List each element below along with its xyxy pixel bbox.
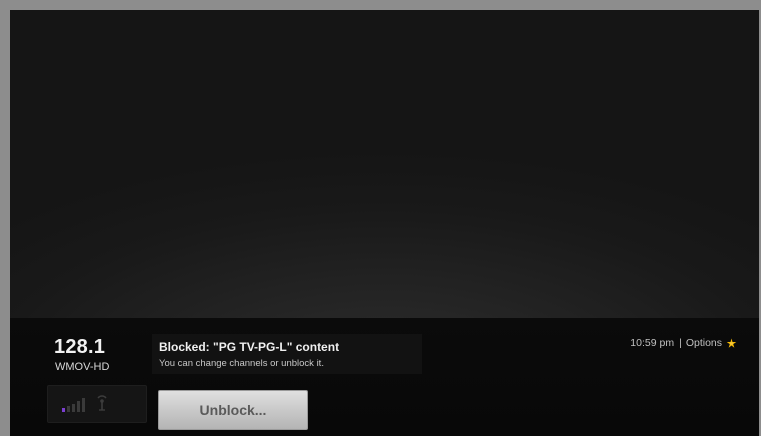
status-area: 10:59 pm | Options: [630, 337, 737, 349]
signal-strength-icon: [62, 398, 85, 412]
channel-number: 128.1: [54, 336, 106, 358]
blocked-subtitle: You can change channels or unblock it.: [159, 358, 324, 369]
blocked-title: Blocked: "PG TV-PG-L" content: [159, 340, 340, 354]
blocked-message: Blocked: "PG TV-PG-L" content You can ch…: [152, 334, 422, 374]
status-separator: |: [679, 337, 682, 349]
antenna-icon: [97, 395, 107, 411]
unblock-button-label: Unblock...: [199, 402, 267, 418]
channel-info-bar: 128.1 WMOV-HD Blocked: "PG TV-PG-L" cont…: [10, 318, 759, 436]
star-icon[interactable]: [726, 337, 737, 349]
signal-indicator: [47, 385, 147, 423]
unblock-button[interactable]: Unblock...: [158, 390, 308, 430]
clock-time: 10:59 pm: [630, 337, 675, 349]
tv-frame: 128.1 WMOV-HD Blocked: "PG TV-PG-L" cont…: [0, 0, 761, 436]
options-label[interactable]: Options: [686, 337, 722, 349]
video-screen: 128.1 WMOV-HD Blocked: "PG TV-PG-L" cont…: [10, 10, 759, 436]
channel-name: WMOV-HD: [55, 361, 110, 373]
